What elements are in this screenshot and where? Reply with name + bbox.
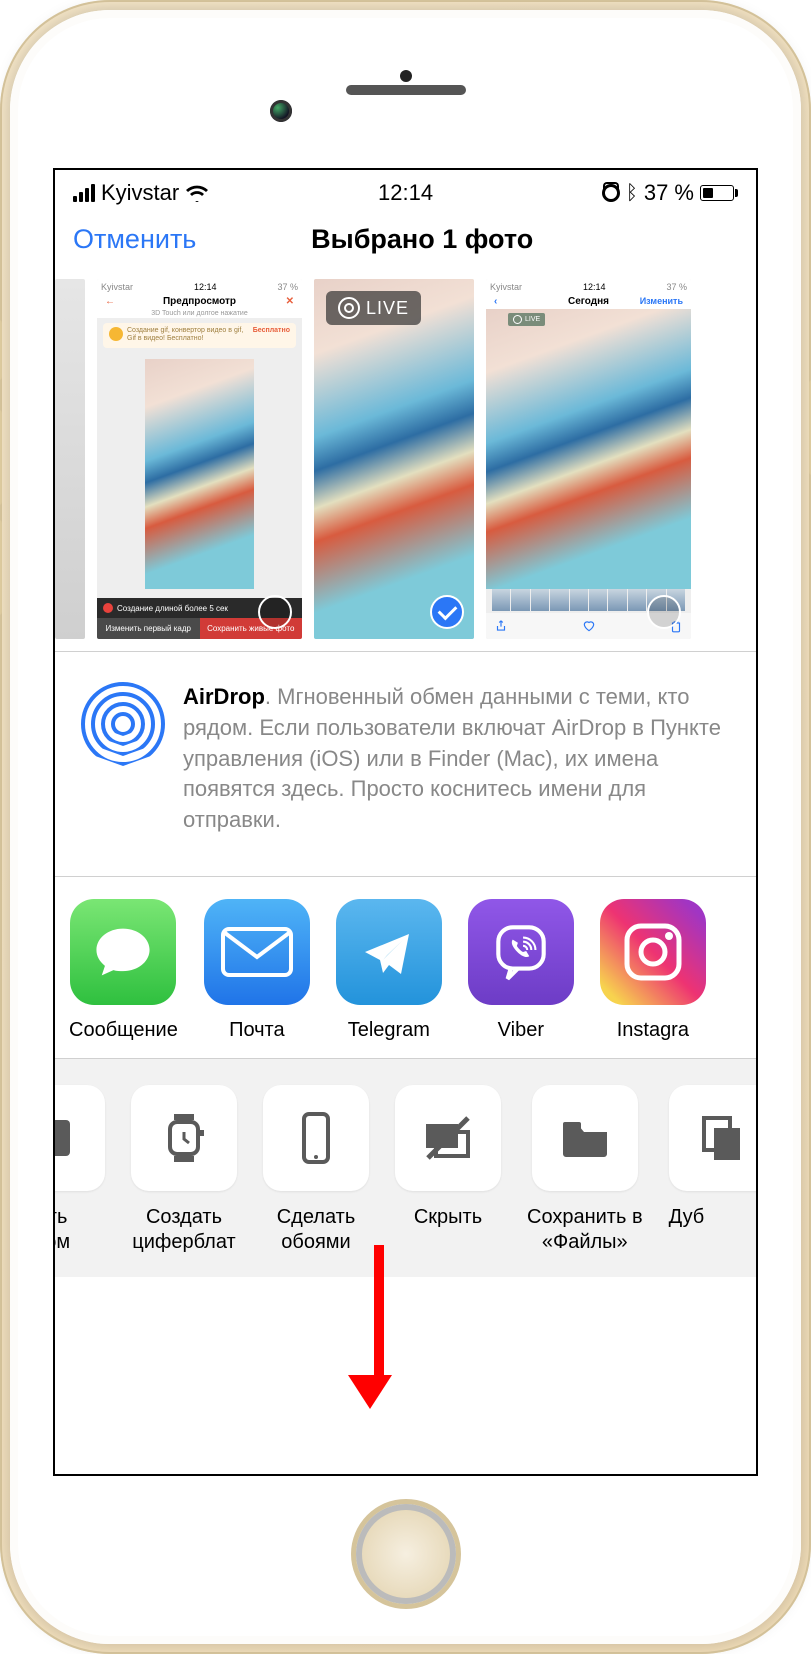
thumb3-live-badge: LIVE [508, 313, 545, 326]
app-label: Telegram [336, 1019, 442, 1042]
thumb1-time: 12:14 [194, 282, 217, 292]
action-duplicate-cut[interactable]: Дуб [669, 1085, 756, 1255]
app-mail[interactable]: Почта [204, 899, 310, 1042]
thumb1-title: Предпросмотр [163, 296, 236, 307]
mail-icon [204, 899, 310, 1005]
thumb-peek-left[interactable] [55, 279, 85, 639]
carrier-label: Kyivstar [101, 180, 179, 206]
thumb1-banner: Создание gif, конвертор видео в gif, Gif… [103, 323, 296, 348]
page-title: Выбрано 1 фото [106, 224, 738, 255]
phone-icon [263, 1085, 369, 1191]
thumb-2[interactable]: LIVE [314, 279, 474, 639]
action-label: Скрыть [395, 1205, 501, 1230]
duplicate-icon [669, 1085, 756, 1191]
action-album-cut[interactable]: ить бом [55, 1085, 105, 1255]
app-messages[interactable]: Сообщение [69, 899, 178, 1042]
airdrop-icon [81, 682, 165, 766]
telegram-icon [336, 899, 442, 1005]
screen: Kyivstar 12:14 ᛒ 37 % Отменить Выбрано 1… [55, 170, 756, 1474]
earpiece [346, 85, 466, 95]
instagram-icon [600, 899, 706, 1005]
device-frame: Kyivstar 12:14 ᛒ 37 % Отменить Выбрано 1… [0, 0, 811, 1654]
action-label: Сохранить в «Файлы» [527, 1205, 643, 1255]
bluetooth-icon: ᛒ [626, 182, 638, 205]
mute-switch [0, 320, 2, 380]
folder-icon [532, 1085, 638, 1191]
signal-icon [73, 184, 95, 202]
photo-strip[interactable]: Kyivstar12:1437 % ←Предпросмотр✕ 3D Touc… [55, 271, 756, 651]
thumb1-batt: 37 % [277, 282, 298, 292]
thumb1-btn1: Изменить первый кадр [97, 618, 200, 639]
messages-icon [70, 899, 176, 1005]
status-bar: Kyivstar 12:14 ᛒ 37 % [55, 170, 756, 212]
thumb1-subtitle: 3D Touch или долгое нажатие [97, 309, 302, 318]
actions-row[interactable]: ить бом Создать циферблат Сделать обоями… [55, 1059, 756, 1277]
thumb3-batt: 37 % [666, 282, 687, 292]
share-apps-row[interactable]: Сообщение Почта Telegram Viber [55, 877, 756, 1058]
action-label: Дуб [669, 1205, 756, 1230]
app-viber[interactable]: Viber [468, 899, 574, 1042]
volume-up [0, 410, 2, 505]
thumb3-edit: Изменить [640, 296, 683, 306]
thumb3-select[interactable] [647, 595, 681, 629]
home-button[interactable] [356, 1504, 456, 1604]
sensor [400, 70, 412, 82]
action-wallpaper[interactable]: Сделать обоями [263, 1085, 369, 1255]
action-hide[interactable]: Скрыть [395, 1085, 501, 1255]
volume-down [0, 520, 2, 615]
action-label: Создать циферблат [131, 1205, 237, 1255]
airdrop-section: AirDrop. Мгновенный обмен данными с теми… [55, 652, 756, 876]
thumb-3[interactable]: Kyivstar 12:14 37 % ‹ Сегодня Изменить LIVE [486, 279, 691, 639]
battery-icon [700, 185, 738, 201]
thumb1-strip: Создание длиной более 5 сек [117, 604, 228, 613]
action-label: Сделать обоями [263, 1205, 369, 1255]
live-icon [338, 297, 360, 319]
clock: 12:14 [378, 180, 433, 206]
alarm-icon [602, 184, 620, 202]
thumb3-carrier: Kyivstar [490, 282, 522, 292]
thumb-1[interactable]: Kyivstar12:1437 % ←Предпросмотр✕ 3D Touc… [97, 279, 302, 639]
viber-icon [468, 899, 574, 1005]
thumb1-select[interactable] [258, 595, 292, 629]
top-bezel [10, 10, 801, 170]
front-camera [270, 100, 292, 122]
thumb1-carrier: Kyivstar [101, 282, 133, 292]
app-telegram[interactable]: Telegram [336, 899, 442, 1042]
action-label: ить бом [55, 1205, 105, 1255]
app-label: Почта [204, 1019, 310, 1042]
action-watchface[interactable]: Создать циферблат [131, 1085, 237, 1255]
device-bezel: Kyivstar 12:14 ᛒ 37 % Отменить Выбрано 1… [10, 10, 801, 1644]
watch-icon [131, 1085, 237, 1191]
live-badge: LIVE [326, 291, 421, 325]
thumb2-select-checked[interactable] [430, 595, 464, 629]
nav-bar: Отменить Выбрано 1 фото [55, 212, 756, 271]
app-label: Viber [468, 1019, 574, 1042]
wifi-icon [185, 184, 209, 202]
thumb3-title: Сегодня [568, 296, 609, 307]
hide-icon [395, 1085, 501, 1191]
airdrop-text: AirDrop. Мгновенный обмен данными с теми… [183, 682, 730, 836]
app-label: Instagra [600, 1019, 706, 1042]
battery-percent: 37 % [644, 180, 694, 206]
app-label: Сообщение [69, 1019, 178, 1042]
thumb3-back: ‹ [494, 296, 497, 307]
thumb3-time: 12:14 [583, 282, 606, 292]
app-instagram[interactable]: Instagra [600, 899, 706, 1042]
action-save-files[interactable]: Сохранить в «Файлы» [527, 1085, 643, 1255]
album-icon [55, 1085, 105, 1191]
